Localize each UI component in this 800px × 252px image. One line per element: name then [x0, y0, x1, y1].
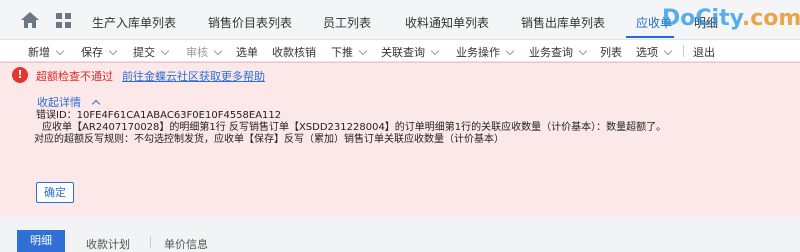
active-tab-indicator [626, 36, 674, 38]
confirm-button[interactable]: 确定 [36, 182, 74, 203]
watermark-logo: DoCity.com [662, 6, 800, 31]
chevron-down-icon [358, 46, 368, 56]
error-message: 应收单【AR2407170028】的明细第1行 反写销售订单【XSDD23122… [42, 122, 667, 133]
tab-payment-plan[interactable]: 收款计划 [86, 236, 130, 252]
app-grid-icon[interactable] [56, 13, 72, 29]
tab-employee-list[interactable]: 员工列表 [323, 14, 371, 31]
error-detail: 错误ID：10FE4F61CA1ABAC63F0E10F4558EA112 应收单… [34, 110, 667, 146]
error-panel: ! 超额检查不通过 前往金蝶云社区获取更多帮助 收起详情 错误ID：10FE4F… [0, 62, 800, 216]
select-order-button[interactable]: 选单 [236, 44, 258, 60]
chevron-down-icon [663, 46, 673, 56]
tab-receipt-notice[interactable]: 收料通知单列表 [405, 14, 489, 31]
help-link[interactable]: 前往金蝶云社区获取更多帮助 [122, 68, 265, 84]
toolbar: 新增 保存 提交 审核 选单 收款核销 下推 关联查询 业务操作 业务查询 列表… [0, 40, 800, 62]
options-button[interactable]: 选项 [636, 44, 673, 60]
chevron-down-icon [213, 46, 223, 56]
chevron-up-icon [91, 99, 101, 109]
business-ops-button[interactable]: 业务操作 [456, 44, 515, 60]
business-query-button[interactable]: 业务查询 [529, 44, 588, 60]
collapse-details-toggle[interactable]: 收起详情 [37, 94, 101, 110]
save-button[interactable]: 保存 [81, 44, 118, 60]
submit-button[interactable]: 提交 [133, 44, 170, 60]
chevron-down-icon [430, 46, 440, 56]
chevron-down-icon [578, 46, 588, 56]
error-title: 超额检查不通过 [36, 70, 113, 83]
tab-sales-price-list[interactable]: 销售价目表列表 [208, 14, 292, 31]
error-id: 错误ID：10FE4F61CA1ABAC63F0E10F4558EA112 [36, 110, 282, 121]
chevron-down-icon [505, 46, 515, 56]
chevron-down-icon [160, 46, 170, 56]
related-query-button[interactable]: 关联查询 [381, 44, 440, 60]
bottom-tabs: 明细 收款计划 单价信息 [0, 226, 800, 252]
exit-button[interactable]: 退出 [693, 44, 715, 60]
tab-sales-outbound[interactable]: 销售出库单列表 [521, 14, 605, 31]
tab-price-info[interactable]: 单价信息 [164, 236, 208, 252]
push-button[interactable]: 下推 [331, 44, 368, 60]
toolbar-divider [683, 45, 684, 57]
list-button[interactable]: 列表 [600, 44, 622, 60]
error-rule: 对应的超额反写规则：不勾选控制发货，应收单【保存】反写（累加）销售订单关联应收数… [34, 134, 504, 145]
tab-divider [150, 236, 151, 248]
chevron-down-icon [55, 46, 65, 56]
tab-production-inbound[interactable]: 生产入库单列表 [92, 14, 176, 31]
tab-detail-entry[interactable]: 明细 [17, 230, 65, 252]
new-button[interactable]: 新增 [28, 44, 65, 60]
tab-bar: 生产入库单列表 销售价目表列表 员工列表 收料通知单列表 销售出库单列表 应收单… [0, 0, 800, 40]
error-icon: ! [12, 67, 28, 83]
chevron-down-icon [108, 46, 118, 56]
home-icon[interactable] [20, 11, 40, 29]
verify-button[interactable]: 收款核销 [272, 44, 316, 60]
audit-button[interactable]: 审核 [186, 44, 223, 60]
